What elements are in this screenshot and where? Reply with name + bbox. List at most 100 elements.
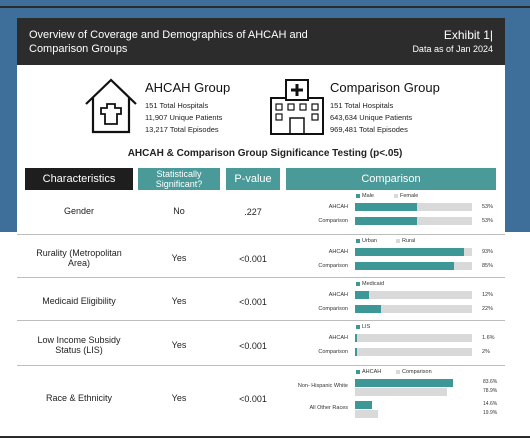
row-significant: Yes	[171, 252, 187, 263]
legend-swatch	[356, 282, 360, 286]
column-header-comparison: Comparison	[286, 168, 496, 190]
legend-swatch	[396, 239, 400, 243]
legend-label: AHCAH	[362, 369, 382, 375]
legend-swatch	[356, 194, 360, 198]
exhibit-title: Overview of Coverage and Demographics of…	[29, 29, 308, 55]
legend-item: LIS	[356, 324, 370, 330]
bar-label: Comparison	[318, 306, 348, 312]
bar-label: AHCAH	[328, 249, 348, 255]
bar-value: 85%	[482, 263, 494, 269]
row-characteristic: Rurality (Metropolitan Area)	[36, 247, 122, 268]
bar-value: 78.9%	[483, 388, 498, 394]
row-p-value: <0.001	[239, 394, 267, 404]
bar-value: 22%	[482, 306, 494, 312]
column-header-characteristics: Characteristics	[25, 168, 133, 190]
bar-value: 53%	[482, 218, 494, 224]
bar-value: 19.9%	[483, 410, 498, 416]
bar-fill-ahcah	[355, 401, 373, 409]
group-name: AHCAH Group	[145, 80, 231, 95]
bar-fill-comparison	[355, 410, 379, 418]
data-as-of: Data as of Jan 2024	[412, 44, 493, 54]
legend-label: Male	[362, 193, 374, 199]
legend-swatch	[356, 325, 360, 329]
group-stat: 151 Total Hospitals	[145, 101, 209, 110]
bar-fill	[355, 305, 381, 313]
row-p-value: <0.001	[239, 296, 267, 307]
bar-value: 53%	[482, 204, 494, 210]
bar-label: AHCAH	[328, 204, 348, 210]
exhibit-number: Exhibit 1|	[443, 28, 493, 42]
legend-label: Rural	[402, 238, 416, 244]
bar-fill	[355, 262, 455, 270]
bar-label: Comparison	[318, 218, 348, 224]
row-significant: No	[173, 206, 185, 216]
column-header-p-value: P-value	[226, 168, 280, 190]
bar-value: 1.6%	[482, 335, 495, 341]
legend-swatch	[356, 239, 360, 243]
bar-fill	[355, 203, 417, 211]
row-characteristic: Low Income Subsidy Status (LIS)	[37, 334, 121, 355]
bar-label: AHCAH	[328, 292, 348, 298]
group-stat: 969,481 Total Episodes	[330, 125, 408, 134]
bar-fill-ahcah	[355, 379, 453, 387]
legend-swatch	[356, 370, 360, 374]
row-significant: Yes	[171, 339, 187, 350]
ahcah-group: AHCAH Group 151 Total Hospitals 11,907 U…	[145, 80, 230, 136]
bar-fill-comparison	[355, 388, 448, 396]
legend-item: AHCAH	[356, 369, 381, 375]
legend-label: Comparison	[402, 369, 432, 375]
row-characteristic: Race & Ethnicity	[45, 393, 113, 403]
legend-label: LIS	[362, 324, 371, 330]
exhibit-header: Overview of Coverage and Demographics of…	[17, 18, 505, 65]
legend-item: Female	[394, 193, 418, 199]
section-title: AHCAH & Comparison Group Significance Te…	[127, 148, 403, 159]
row-characteristic: Gender	[63, 206, 95, 216]
bar-track	[355, 291, 472, 299]
group-stat: 151 Total Hospitals	[330, 101, 394, 110]
row-significant: Yes	[171, 295, 187, 306]
comparison-group: Comparison Group 151 Total Hospitals 643…	[330, 80, 440, 136]
group-stat: 643,634 Unique Patients	[330, 113, 413, 122]
bar-track	[355, 334, 472, 342]
row-divider	[17, 234, 505, 235]
row-p-value: .227	[244, 207, 262, 217]
bar-label: Comparison	[318, 263, 348, 269]
group-stat: 13,217 Total Episodes	[145, 125, 219, 134]
legend-item: Rural	[396, 238, 415, 244]
bar-value: 93%	[482, 249, 494, 255]
row-p-value: <0.001	[239, 253, 267, 264]
row-characteristic: Medicaid Eligibility	[42, 295, 116, 306]
group-stat: 11,907 Unique Patients	[145, 113, 223, 122]
top-divider	[0, 6, 530, 8]
legend-item: Male	[356, 193, 374, 199]
bar-label: Comparison	[318, 349, 348, 355]
house-icon	[85, 78, 137, 134]
bar-fill	[355, 217, 417, 225]
legend-swatch	[394, 194, 398, 198]
bar-track	[355, 348, 472, 356]
legend-label: Urban	[362, 238, 377, 244]
bar-fill	[355, 248, 464, 256]
legend-item: Urban	[356, 238, 377, 244]
legend-swatch	[396, 370, 400, 374]
group-name: Comparison Group	[330, 80, 440, 95]
legend-item: Comparison	[396, 369, 432, 375]
column-header-significant: Statistically Significant?	[138, 168, 220, 190]
legend-label: Female	[400, 193, 419, 199]
bar-fill	[355, 348, 358, 356]
legend-item: Medicaid	[356, 281, 384, 287]
row-p-value: <0.001	[239, 340, 267, 351]
bar-fill	[355, 291, 370, 299]
legend-label: Medicaid	[362, 281, 385, 287]
bar-value: 14.6%	[483, 401, 498, 407]
bar-value: 83.6%	[483, 379, 498, 385]
race-label: All Other Races	[309, 405, 348, 411]
bottom-divider	[0, 436, 530, 438]
hospital-icon	[270, 79, 324, 135]
race-label: Non- Hispanic White	[297, 383, 348, 389]
row-significant: Yes	[171, 393, 187, 403]
bar-fill	[355, 334, 357, 342]
bar-value: 2%	[482, 349, 490, 355]
bar-value: 12%	[482, 292, 494, 298]
bar-label: AHCAH	[328, 335, 348, 341]
